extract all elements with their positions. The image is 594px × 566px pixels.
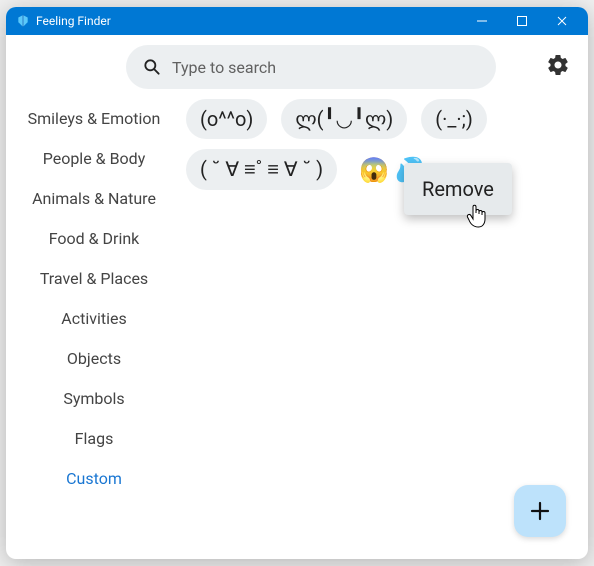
titlebar: Feeling Finder bbox=[6, 7, 588, 35]
minimize-button[interactable] bbox=[462, 7, 502, 35]
context-menu-label: Remove bbox=[422, 177, 494, 201]
sidebar-item-custom[interactable]: Custom bbox=[62, 459, 126, 499]
content-area: Type to search Smileys & Emotion People … bbox=[6, 35, 588, 559]
sidebar-item-objects[interactable]: Objects bbox=[63, 339, 125, 379]
app-window: Feeling Finder Type t bbox=[6, 7, 588, 559]
sidebar-item-activities[interactable]: Activities bbox=[57, 299, 130, 339]
emoji-row: (o^^o) ლ(╹◡╹ლ) (·_·;) bbox=[186, 99, 574, 139]
sidebar-item-food-drink[interactable]: Food & Drink bbox=[45, 219, 144, 259]
sidebar-item-smileys-emotion[interactable]: Smileys & Emotion bbox=[24, 99, 165, 139]
emoticon-chip[interactable]: (o^^o) bbox=[186, 99, 267, 139]
app-title: Feeling Finder bbox=[36, 14, 462, 28]
plus-icon bbox=[528, 499, 552, 523]
sidebar-item-animals-nature[interactable]: Animals & Nature bbox=[28, 179, 160, 219]
settings-button[interactable] bbox=[546, 53, 574, 81]
add-button[interactable] bbox=[514, 485, 566, 537]
emoji-grid: (o^^o) ლ(╹◡╹ლ) (·_·;) ( ˘ ∀ ≡˚ ≡ ∀ ˘ ) 😱… bbox=[186, 95, 574, 545]
emoji-row: ( ˘ ∀ ≡˚ ≡ ∀ ˘ ) 😱 💦 bbox=[186, 149, 574, 190]
sidebar-item-people-body[interactable]: People & Body bbox=[39, 139, 150, 179]
sidebar-item-symbols[interactable]: Symbols bbox=[59, 379, 128, 419]
app-icon bbox=[16, 14, 30, 28]
sidebar-item-flags[interactable]: Flags bbox=[71, 419, 118, 459]
search-placeholder: Type to search bbox=[172, 58, 276, 77]
sidebar: Smileys & Emotion People & Body Animals … bbox=[20, 95, 168, 545]
context-menu-remove[interactable]: Remove bbox=[404, 163, 512, 215]
gear-icon bbox=[546, 53, 570, 77]
search-input[interactable]: Type to search bbox=[126, 45, 496, 89]
sidebar-item-travel-places[interactable]: Travel & Places bbox=[36, 259, 152, 299]
maximize-button[interactable] bbox=[502, 7, 542, 35]
top-row: Type to search bbox=[20, 45, 574, 89]
search-icon bbox=[142, 57, 162, 77]
window-controls bbox=[462, 7, 582, 35]
emoticon-chip[interactable]: (·_·;) bbox=[421, 99, 487, 139]
close-button[interactable] bbox=[542, 7, 582, 35]
emoticon-chip[interactable]: ლ(╹◡╹ლ) bbox=[281, 99, 407, 139]
emoticon-chip[interactable]: ( ˘ ∀ ≡˚ ≡ ∀ ˘ ) bbox=[186, 149, 337, 190]
